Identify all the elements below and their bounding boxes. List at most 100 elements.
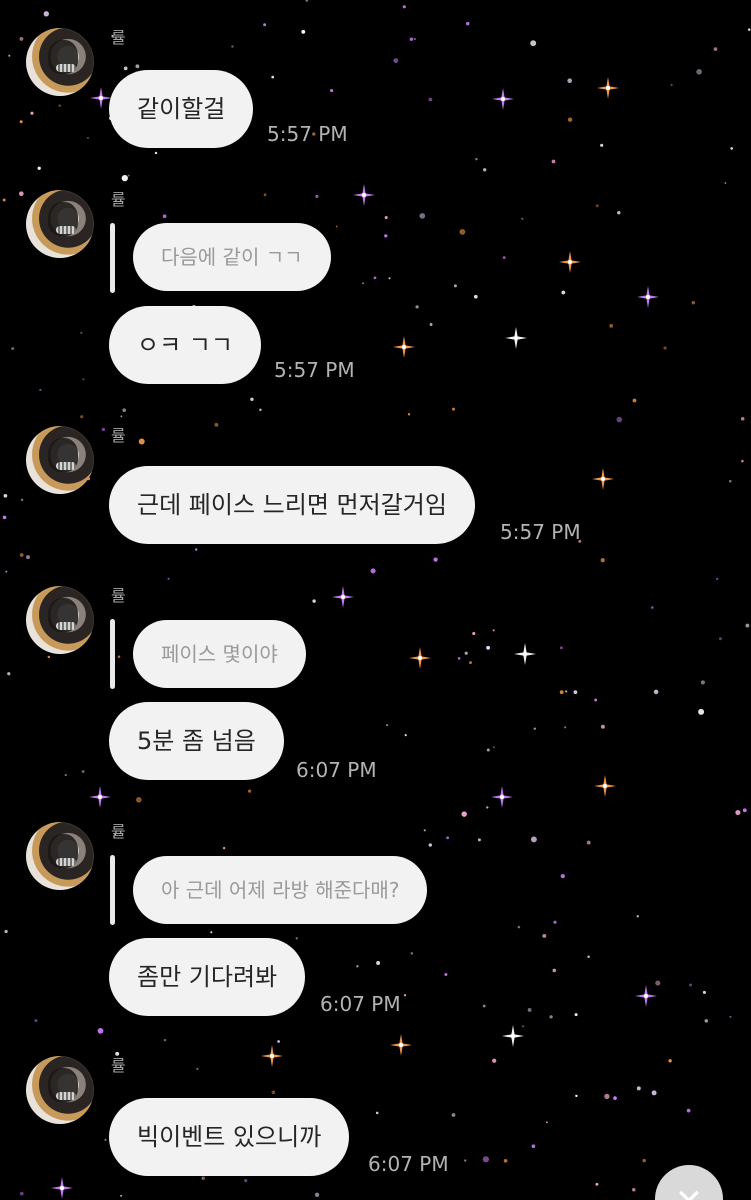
sparkle-star [491, 786, 513, 808]
star-dot [4, 929, 8, 934]
star-dot [451, 407, 456, 411]
sparkle-star [353, 184, 375, 206]
star-dot [600, 143, 604, 147]
quoted-message[interactable]: 아 근데 어제 라방 해준다매? [133, 856, 428, 924]
avatar[interactable] [26, 822, 94, 890]
star-dot [465, 21, 470, 26]
star-dot [2, 198, 6, 202]
star-dot [594, 698, 598, 702]
star-dot [653, 689, 659, 695]
star-dot [19, 553, 24, 557]
avatar[interactable] [26, 426, 94, 494]
star-dot [475, 158, 478, 161]
message-bubble[interactable]: 좀만 기다려봐 [109, 938, 306, 1016]
star-dot [429, 323, 433, 326]
reply-bar [110, 223, 115, 293]
star-dot [702, 990, 706, 994]
star-dot [464, 1159, 467, 1162]
quoted-message[interactable]: 다음에 같이 ㄱㄱ [133, 223, 331, 291]
star-dot [259, 408, 262, 412]
star-dot [117, 655, 121, 658]
sender-name: 률 [111, 426, 126, 445]
star-dot [376, 961, 381, 965]
star-dot [80, 331, 83, 334]
star-dot [729, 1015, 732, 1018]
star-dot [575, 1094, 578, 1098]
star-dot [47, 655, 51, 659]
star-dot [410, 952, 414, 955]
star-dot [423, 829, 426, 832]
star-dot [567, 117, 573, 122]
star-dot [600, 558, 605, 563]
star-dot [587, 955, 590, 958]
star-dot [486, 748, 490, 752]
sparkle-star [51, 1177, 73, 1199]
star-dot [312, 599, 316, 603]
star-dot [492, 746, 495, 749]
chat-screen: 률 같이할걸 5:57 PM 률 다음에 같이 ㄱㄱ ㅇㅋ ㄱㄱ 5:57 PM… [0, 0, 751, 1200]
star-dot [552, 968, 557, 973]
star-dot [43, 11, 49, 17]
message-bubble[interactable]: 근데 페이스 느리면 먼저갈거임 [109, 466, 475, 544]
star-dot [330, 89, 334, 93]
star-dot [97, 1028, 104, 1034]
star-dot [2, 515, 7, 520]
star-dot [384, 216, 388, 220]
star-dot [120, 1194, 123, 1197]
star-dot [670, 83, 673, 86]
star-dot [404, 734, 407, 737]
star-dot [453, 284, 457, 288]
star-dot [715, 577, 719, 581]
star-dot [551, 159, 556, 164]
star-dot [402, 5, 406, 9]
message-bubble[interactable]: 빅이벤트 있으니까 [109, 1098, 350, 1176]
star-dot [549, 1015, 553, 1019]
star-dot [718, 637, 722, 641]
message-bubble[interactable]: 같이할걸 [109, 70, 254, 148]
star-dot [5, 570, 8, 573]
avatar[interactable] [26, 28, 94, 96]
star-dot [696, 69, 702, 75]
star-dot [533, 727, 537, 730]
star-dot [741, 459, 744, 463]
star-dot [728, 479, 732, 483]
sparkle-star [390, 1034, 412, 1056]
quoted-message[interactable]: 페이스 몇이야 [133, 620, 306, 688]
star-dot [121, 174, 128, 182]
star-dot [636, 1086, 641, 1091]
message-time: 5:57 PM [274, 358, 355, 382]
star-dot [724, 182, 727, 184]
star-dot [472, 631, 476, 636]
star-dot [244, 1178, 248, 1183]
star-dot [735, 809, 741, 816]
avatar[interactable] [26, 1056, 94, 1124]
sparkle-star [505, 327, 527, 349]
star-dot [574, 1013, 578, 1017]
star-dot [138, 438, 145, 445]
star-dot [295, 937, 299, 940]
avatar[interactable] [26, 190, 94, 258]
star-dot [407, 413, 411, 416]
message-bubble[interactable]: 5분 좀 넘음 [109, 702, 284, 780]
star-dot [486, 645, 491, 650]
star-dot [37, 166, 41, 170]
star-dot [19, 1191, 24, 1196]
star-dot [691, 301, 695, 305]
star-dot [222, 846, 226, 850]
star-dot [154, 151, 158, 155]
star-dot [250, 397, 254, 401]
message-time: 5:57 PM [267, 122, 348, 146]
star-dot [122, 408, 126, 412]
star-dot [277, 1040, 280, 1043]
star-dot [214, 422, 219, 427]
star-dot [263, 193, 267, 197]
star-dot [632, 398, 637, 403]
star-dot [609, 324, 614, 328]
star-dot [632, 1187, 636, 1192]
sparkle-star [261, 1045, 283, 1067]
message-bubble[interactable]: ㅇㅋ ㄱㄱ [109, 306, 261, 384]
star-dot [747, 28, 751, 31]
sparkle-star [637, 286, 659, 308]
avatar[interactable] [26, 586, 94, 654]
star-dot [567, 78, 573, 84]
